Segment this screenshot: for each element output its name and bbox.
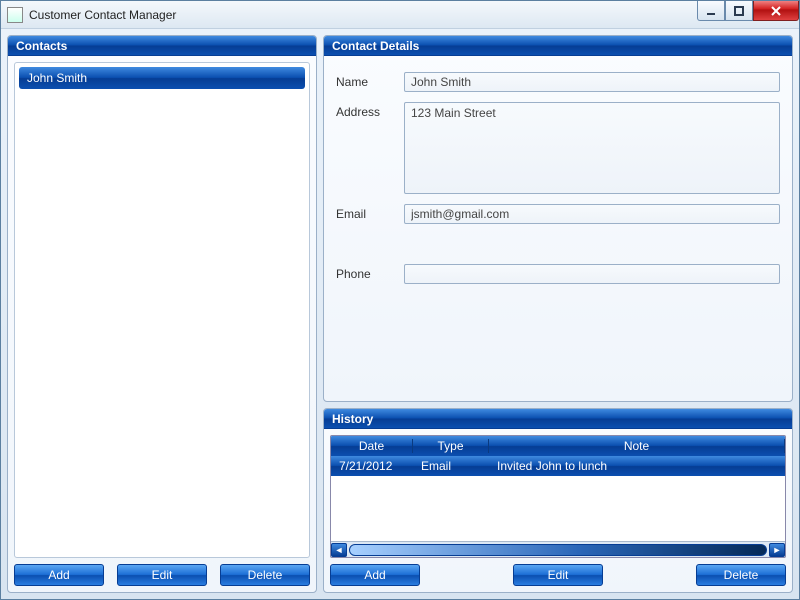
contacts-header: Contacts xyxy=(8,36,316,56)
scroll-track[interactable] xyxy=(349,544,767,556)
close-button[interactable] xyxy=(753,1,799,21)
app-window: Customer Contact Manager Contacts John S… xyxy=(0,0,800,600)
address-input[interactable] xyxy=(404,102,780,194)
client-area: Contacts John Smith Add Edit Delete xyxy=(1,29,799,599)
col-date[interactable]: Date xyxy=(331,439,413,453)
title-bar[interactable]: Customer Contact Manager xyxy=(1,1,799,29)
contacts-list[interactable]: John Smith xyxy=(14,62,310,558)
address-label: Address xyxy=(336,102,396,194)
col-note[interactable]: Note xyxy=(489,439,785,453)
contacts-edit-button[interactable]: Edit xyxy=(117,564,207,586)
history-horizontal-scrollbar[interactable]: ◄ ► xyxy=(331,541,785,557)
col-type[interactable]: Type xyxy=(413,439,489,453)
history-empty-area xyxy=(331,476,785,541)
history-groupbox: History Date Type Note 7/21/2012 Email I… xyxy=(323,408,793,593)
minimize-button[interactable] xyxy=(697,1,725,21)
window-title: Customer Contact Manager xyxy=(29,8,176,22)
scroll-left-icon[interactable]: ◄ xyxy=(331,543,347,557)
contact-list-item[interactable]: John Smith xyxy=(19,67,305,89)
history-header: History xyxy=(324,409,792,429)
app-icon xyxy=(7,7,23,23)
phone-label: Phone xyxy=(336,264,396,284)
cell-note: Invited John to lunch xyxy=(489,459,785,473)
history-delete-button[interactable]: Delete xyxy=(696,564,786,586)
scroll-right-icon[interactable]: ► xyxy=(769,543,785,557)
history-add-button[interactable]: Add xyxy=(330,564,420,586)
contacts-delete-button[interactable]: Delete xyxy=(220,564,310,586)
details-groupbox: Contact Details Name Address Email Phone xyxy=(323,35,793,402)
name-label: Name xyxy=(336,72,396,92)
cell-date: 7/21/2012 xyxy=(331,459,413,473)
history-table[interactable]: Date Type Note 7/21/2012 Email Invited J… xyxy=(330,435,786,558)
cell-type: Email xyxy=(413,459,489,473)
right-column: Contact Details Name Address Email Phone xyxy=(323,35,793,593)
left-column: Contacts John Smith Add Edit Delete xyxy=(7,35,317,593)
maximize-button[interactable] xyxy=(725,1,753,21)
history-table-header: Date Type Note xyxy=(331,436,785,456)
history-edit-button[interactable]: Edit xyxy=(513,564,603,586)
email-label: Email xyxy=(336,204,396,224)
contacts-groupbox: Contacts John Smith Add Edit Delete xyxy=(7,35,317,593)
minimize-icon xyxy=(706,6,716,16)
phone-input[interactable] xyxy=(404,264,780,284)
email-input[interactable] xyxy=(404,204,780,224)
name-input[interactable] xyxy=(404,72,780,92)
details-header: Contact Details xyxy=(324,36,792,56)
contacts-add-button[interactable]: Add xyxy=(14,564,104,586)
contact-name: John Smith xyxy=(27,71,87,85)
close-icon xyxy=(770,6,782,16)
maximize-icon xyxy=(734,6,744,16)
history-row[interactable]: 7/21/2012 Email Invited John to lunch xyxy=(331,456,785,476)
